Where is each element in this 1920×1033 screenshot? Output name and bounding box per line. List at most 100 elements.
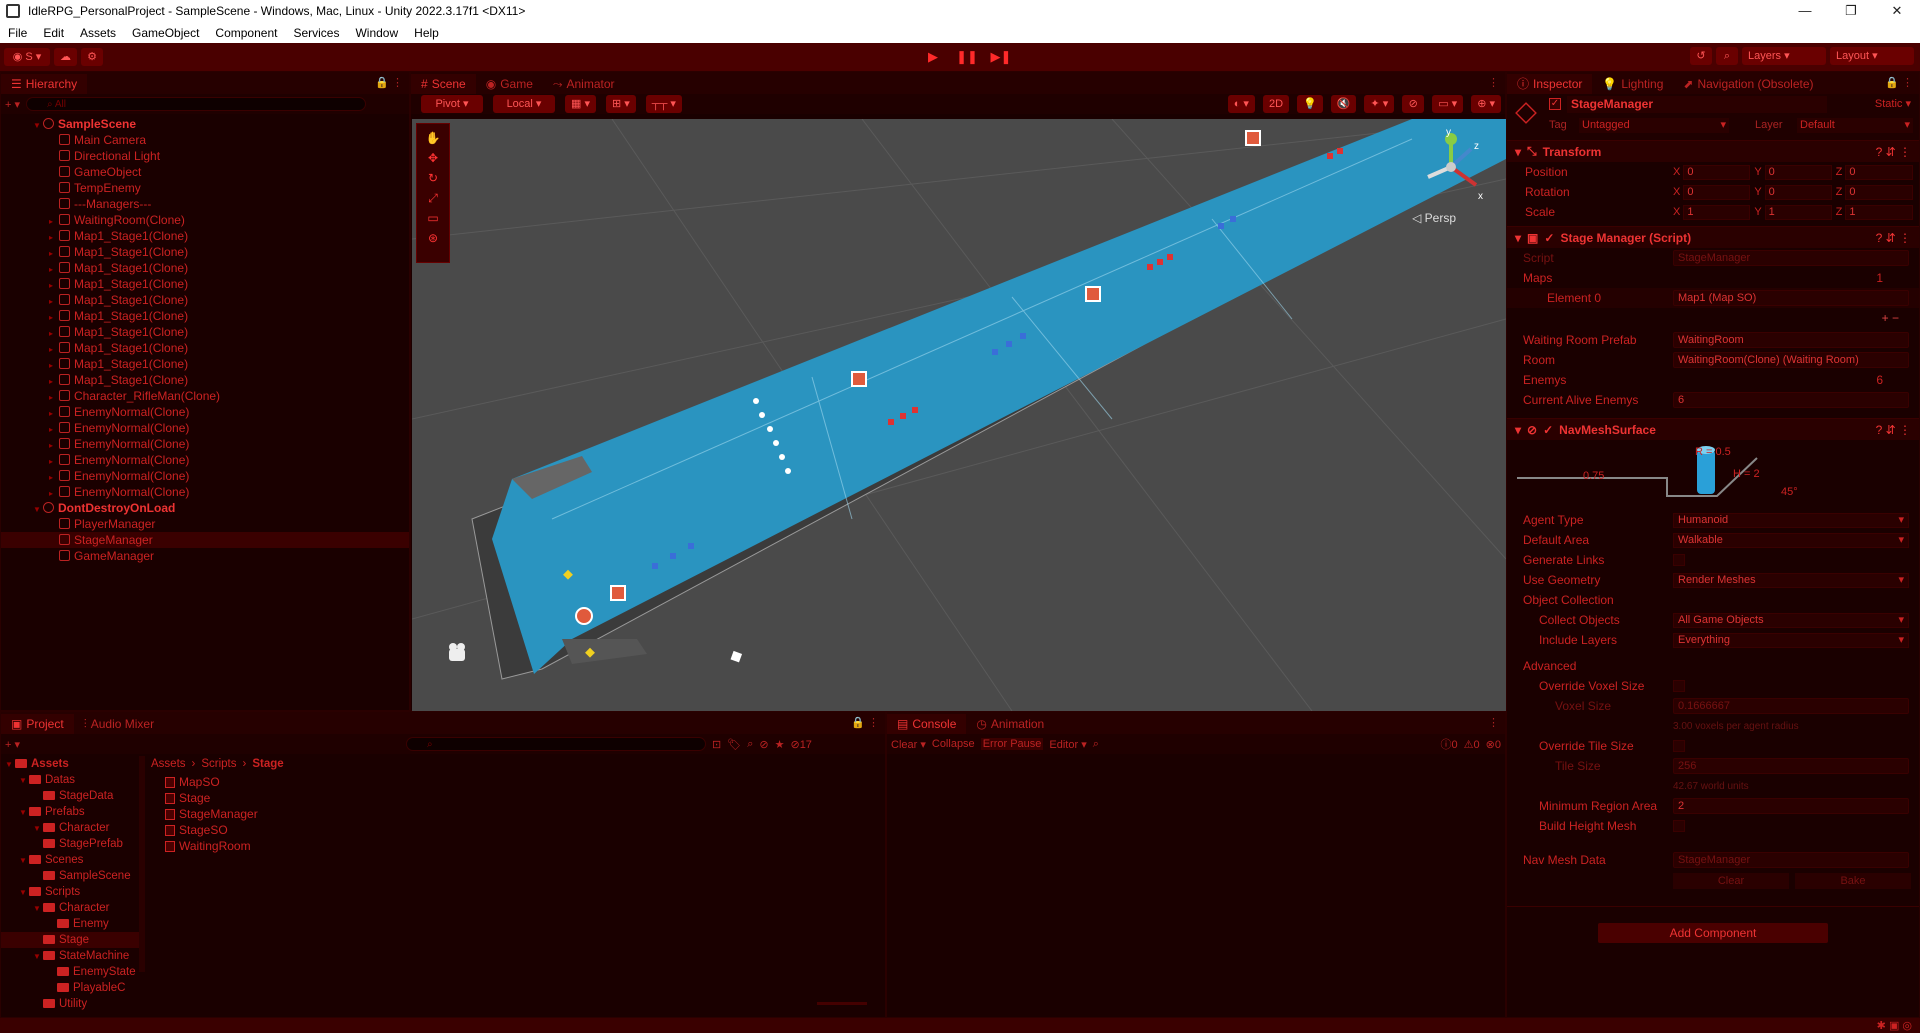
rot-z[interactable]: 0 <box>1845 184 1913 200</box>
camera-settings-icon[interactable]: ▭ ▾ <box>1432 95 1464 113</box>
clear-console-button[interactable]: Clear ▾ <box>891 738 926 751</box>
hierarchy-item[interactable]: TempEnemy <box>1 180 409 196</box>
transform-tool-icon[interactable]: ⊛ <box>422 229 444 247</box>
console-menu-icon[interactable]: ⋮ <box>1488 716 1499 729</box>
enemys-count[interactable]: 6 <box>1876 373 1883 387</box>
warning-count-icon[interactable]: ⚠0 <box>1464 738 1480 751</box>
list-add-remove-buttons[interactable]: + − <box>1882 311 1899 325</box>
breadcrumb-scripts[interactable]: Scripts <box>201 756 236 772</box>
tab-hierarchy[interactable]: ☰ Hierarchy <box>1 74 88 94</box>
effects-icon[interactable]: ✦ ▾ <box>1364 95 1395 113</box>
project-folder-item[interactable]: ▼ Assets <box>1 756 141 772</box>
expand-arrow-icon[interactable]: ▼ <box>19 773 29 789</box>
project-file-item[interactable]: StageManager <box>165 806 258 822</box>
enemys-row[interactable]: Enemys 6 <box>1507 370 1919 390</box>
hierarchy-item[interactable]: ▸ Map1_Stage1(Clone) <box>1 340 409 356</box>
hidden-objects-icon[interactable]: ⊘ <box>1402 95 1425 113</box>
collapse-button[interactable]: Collapse <box>932 738 975 750</box>
navmesh-header[interactable]: ▾ ⊘ ✓ NavMeshSurface? ⇵ ⋮ <box>1507 418 1919 440</box>
hierarchy-item[interactable]: ▸ Map1_Stage1(Clone) <box>1 324 409 340</box>
hierarchy-search-input[interactable]: ⌕ All <box>26 97 367 111</box>
menu-assets[interactable]: Assets <box>80 26 116 40</box>
scale-tool-icon[interactable]: ⤢ <box>422 189 444 207</box>
play-button[interactable]: ▶ <box>920 48 946 66</box>
orientation-gizmo[interactable]: y x z <box>1416 127 1486 207</box>
default-area-dropdown[interactable]: Walkable <box>1673 532 1909 548</box>
lock-icon[interactable]: 🔒 ⋮ <box>375 76 403 89</box>
hierarchy-item[interactable]: ▸ EnemyNormal(Clone) <box>1 420 409 436</box>
error-count-icon[interactable]: ⊗0 <box>1486 738 1501 751</box>
menu-services[interactable]: Services <box>293 26 339 40</box>
project-file-item[interactable]: WaitingRoom <box>165 838 258 854</box>
rot-y[interactable]: 0 <box>1764 184 1832 200</box>
search-icon[interactable]: ⌕ <box>1716 47 1738 65</box>
bake-button[interactable]: Bake <box>1795 873 1911 889</box>
shading-mode-icon[interactable]: ◐ ▾ <box>1227 95 1255 113</box>
tab-project[interactable]: ▣ Project <box>1 714 74 734</box>
rect-tool-icon[interactable]: ▭ <box>422 209 444 227</box>
settings-gear-icon[interactable]: ⚙ <box>81 48 103 66</box>
hierarchy-item[interactable]: ▸ Character_RifleMan(Clone) <box>1 388 409 404</box>
editor-dropdown[interactable]: Editor ▾ <box>1049 738 1086 751</box>
project-folder-item[interactable]: EnemyState <box>1 964 141 980</box>
layers-dropdown[interactable]: Layers ▾ <box>1742 47 1826 65</box>
agent-type-dropdown[interactable]: Humanoid <box>1673 512 1909 528</box>
project-folder-item[interactable]: ▼ Prefabs <box>1 804 141 820</box>
hierarchy-item[interactable]: ▸ EnemyNormal(Clone) <box>1 484 409 500</box>
pos-z[interactable]: 0 <box>1845 164 1913 180</box>
alive-field[interactable]: 6 <box>1673 392 1909 408</box>
pivot-dropdown[interactable]: Pivot ▾ <box>421 95 483 113</box>
component-menu-icon[interactable]: ? ⇵ ⋮ <box>1876 231 1911 245</box>
element0-field[interactable]: Map1 (Map SO) <box>1673 290 1909 306</box>
hierarchy-item[interactable]: ▸ EnemyNormal(Clone) <box>1 436 409 452</box>
project-folder-item[interactable]: ▼ Character <box>1 900 141 916</box>
tab-console[interactable]: ▤ Console <box>887 714 967 734</box>
tab-animation[interactable]: ◷ Animation <box>966 714 1054 734</box>
ruler-icon[interactable]: ┬┬ ▾ <box>645 95 682 113</box>
hierarchy-item[interactable]: ▸ Map1_Stage1(Clone) <box>1 308 409 324</box>
hand-tool-icon[interactable]: ✋ <box>422 129 444 147</box>
build-height-checkbox[interactable] <box>1673 820 1685 832</box>
transform-header[interactable]: ▾ ⤡ Transform? ⇵ ⋮ <box>1507 140 1919 162</box>
account-button[interactable]: ◉ S ▾ <box>4 48 50 66</box>
dontdestroy-item[interactable]: StageManager <box>1 532 409 548</box>
menu-component[interactable]: Component <box>215 26 277 40</box>
dontdestroy-root[interactable]: ▼ DontDestroyOnLoad <box>1 500 409 516</box>
expand-arrow-icon[interactable]: ▼ <box>33 901 43 917</box>
pause-button[interactable]: ❚❚ <box>954 48 980 66</box>
add-component-button[interactable]: Add Component <box>1598 923 1828 943</box>
panel-menu-icon[interactable]: ⋮ <box>1488 76 1499 89</box>
favorite-star-icon[interactable]: ★ <box>775 738 785 751</box>
inspector-lock-icon[interactable]: 🔒 ⋮ <box>1885 76 1913 89</box>
scene-root[interactable]: ▼ SampleScene <box>1 116 409 132</box>
expand-arrow-icon[interactable]: ▼ <box>19 853 29 869</box>
breadcrumb-stage[interactable]: Stage <box>252 756 283 772</box>
object-collection-row[interactable]: Object Collection <box>1507 590 1919 610</box>
scale-x[interactable]: 1 <box>1683 204 1751 220</box>
grid-snap-icon[interactable]: ▦ ▾ <box>565 95 596 113</box>
hierarchy-item[interactable]: ▸ Map1_Stage1(Clone) <box>1 244 409 260</box>
filter-error-icon[interactable]: ⊘ <box>759 738 768 751</box>
hierarchy-item[interactable]: ▸ Map1_Stage1(Clone) <box>1 292 409 308</box>
console-search-icon[interactable]: ⌕ <box>1093 738 1099 751</box>
status-icons[interactable]: ✱ ▣ ◎ <box>1877 1019 1912 1032</box>
menu-file[interactable]: File <box>8 26 27 40</box>
hierarchy-item[interactable]: ▸ Map1_Stage1(Clone) <box>1 228 409 244</box>
scale-z[interactable]: 1 <box>1845 204 1913 220</box>
tab-animator[interactable]: ⤳ Animator <box>543 74 625 94</box>
tag-dropdown[interactable]: Untagged ▾ <box>1579 118 1729 133</box>
clear-button[interactable]: Clear <box>1673 873 1789 889</box>
hierarchy-item[interactable]: ▸ EnemyNormal(Clone) <box>1 452 409 468</box>
layout-dropdown[interactable]: Layout ▾ <box>1830 47 1914 65</box>
project-folder-item[interactable]: ▼ Datas <box>1 772 141 788</box>
advanced-row[interactable]: Advanced <box>1507 656 1919 676</box>
scene-viewport[interactable]: ✋ ✥ ↻ ⤢ ▭ ⊛ y x z ◁ Persp <box>412 119 1506 711</box>
active-checkbox[interactable]: ✓ <box>1549 98 1561 110</box>
rotate-tool-icon[interactable]: ↻ <box>422 169 444 187</box>
expand-arrow-icon[interactable]: ▼ <box>19 885 29 901</box>
include-layers-dropdown[interactable]: Everything <box>1673 632 1909 648</box>
pos-y[interactable]: 0 <box>1764 164 1832 180</box>
log-count-icon[interactable]: ⓘ0 <box>1441 736 1458 752</box>
pos-x[interactable]: 0 <box>1683 164 1751 180</box>
hierarchy-item[interactable]: ▸ EnemyNormal(Clone) <box>1 468 409 484</box>
